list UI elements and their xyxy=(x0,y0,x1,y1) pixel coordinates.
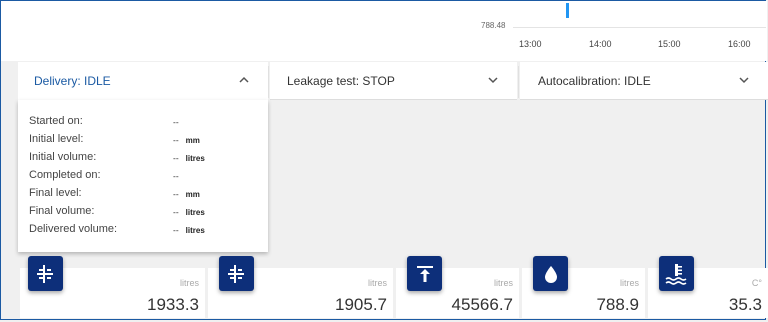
detail-value: -- mm xyxy=(173,189,200,199)
detail-label: Started on: xyxy=(29,115,83,127)
detail-value: -- xyxy=(173,117,179,127)
tile-value: 45566.7 xyxy=(451,295,513,314)
tile-unit: litres xyxy=(179,278,199,288)
level-chart: 788.48 13:00 14:00 15:00 16:00 xyxy=(1,1,767,61)
detail-value: -- mm xyxy=(173,135,200,145)
chevron-down-icon[interactable] xyxy=(487,74,499,86)
chart-marker xyxy=(566,3,569,18)
ullage-icon[interactable] xyxy=(407,256,442,291)
tile-value: 788.9 xyxy=(596,295,639,314)
detail-label: Completed on: xyxy=(29,169,101,181)
panel-divider xyxy=(518,66,519,98)
delivery-panel-header[interactable]: Delivery: IDLE xyxy=(18,62,268,100)
chart-y-label: 788.48 xyxy=(481,21,506,30)
chart-gridline xyxy=(513,27,766,28)
detail-label: Final level: xyxy=(29,187,82,199)
chart-x-tick: 15:00 xyxy=(658,39,681,49)
autocalibration-panel-header[interactable]: Autocalibration: IDLE xyxy=(520,62,768,100)
temperature-icon[interactable] xyxy=(659,256,694,291)
detail-value: -- litres xyxy=(173,153,205,163)
leakage-panel-header[interactable]: Leakage test: STOP xyxy=(270,62,517,100)
chevron-down-icon[interactable] xyxy=(738,74,750,86)
delivery-panel-title: Delivery: IDLE xyxy=(34,74,111,88)
detail-value: -- litres xyxy=(173,207,205,217)
autocalibration-panel-title: Autocalibration: IDLE xyxy=(538,73,651,88)
water-drop-icon[interactable] xyxy=(533,256,568,291)
detail-label: Initial level: xyxy=(29,133,84,145)
chevron-up-icon[interactable] xyxy=(238,74,250,86)
panel-divider xyxy=(268,66,269,98)
tile-value: 1933.3 xyxy=(147,295,199,314)
volume-icon[interactable] xyxy=(28,256,63,291)
chart-x-tick: 16:00 xyxy=(728,39,751,49)
volume-icon[interactable] xyxy=(219,256,254,291)
tile-unit: litres xyxy=(619,278,639,288)
tile-value: 1905.7 xyxy=(335,295,387,314)
detail-label: Initial volume: xyxy=(29,151,97,163)
detail-label: Final volume: xyxy=(29,205,95,217)
tile-unit: C° xyxy=(751,278,762,288)
leakage-panel-title: Leakage test: STOP xyxy=(287,73,395,88)
tile-value: 35.3 xyxy=(728,295,762,314)
tile-unit: litres xyxy=(367,278,387,288)
chart-x-tick: 13:00 xyxy=(519,39,542,49)
tile-unit: litres xyxy=(493,278,513,288)
detail-label: Delivered volume: xyxy=(29,223,118,235)
chart-x-tick: 14:00 xyxy=(589,39,612,49)
delivery-details: Started on: -- Initial level: -- mm Initi… xyxy=(18,100,268,252)
detail-value: -- litres xyxy=(173,225,205,235)
detail-value: -- xyxy=(173,171,179,181)
